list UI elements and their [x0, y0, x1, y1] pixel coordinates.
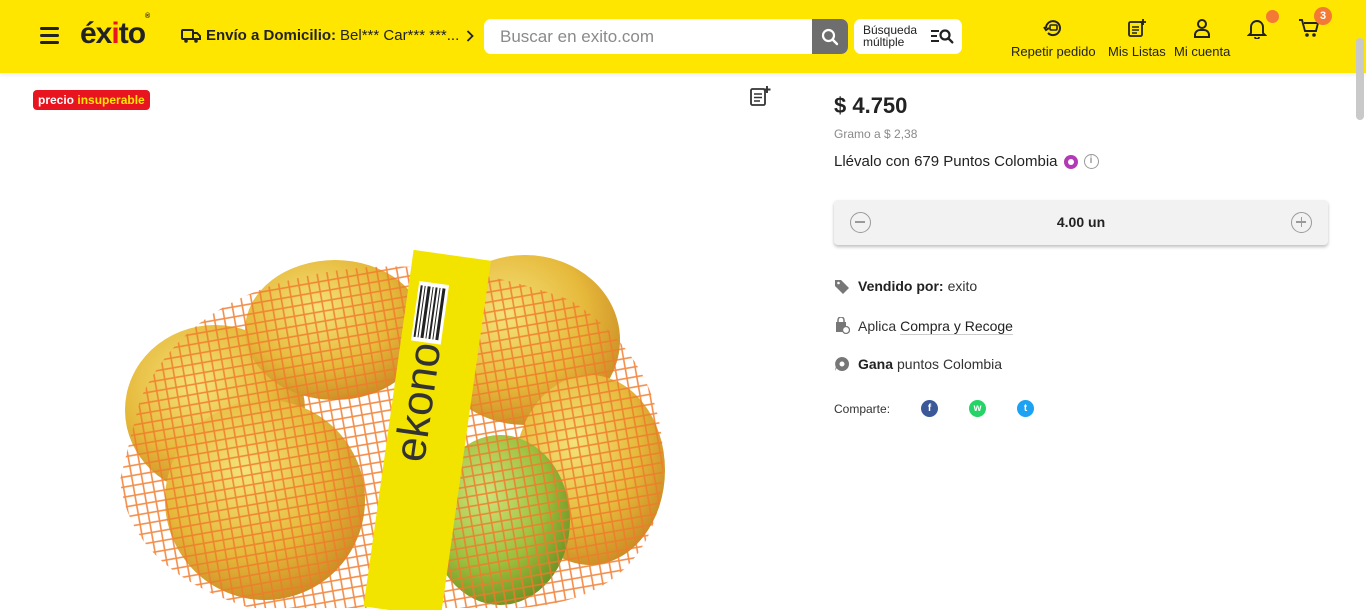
sold-by-label: Vendido por: [858, 278, 944, 294]
whatsapp-icon[interactable]: w [969, 400, 987, 417]
earn-points-row: Gana puntos Colombia [834, 356, 1002, 372]
twitter-icon[interactable]: t [1017, 400, 1035, 417]
product-price: $ 4.750 [834, 93, 908, 118]
sold-by-row: Vendido por: exito [834, 278, 977, 294]
repeat-order-icon [1043, 20, 1062, 37]
list-add-icon [750, 86, 771, 106]
list-search-icon [931, 29, 954, 44]
puntos-icon [835, 356, 850, 371]
search-input[interactable] [500, 19, 820, 54]
multi-search-button[interactable]: Búsqueda múltiple [854, 19, 962, 54]
tag-icon [835, 280, 849, 294]
my-account-button[interactable]: Mi cuenta [1174, 18, 1230, 59]
earn-label: Gana [858, 356, 894, 372]
my-lists-label: Mis Listas [1108, 44, 1166, 59]
puntos-colombia-icon [1063, 154, 1078, 169]
points-value: 679 [914, 153, 940, 170]
multi-search-line2: múltiple [863, 35, 905, 49]
add-to-list-button[interactable] [749, 85, 771, 112]
quantity-value: 4.00 un [1056, 214, 1106, 230]
top-header: éxito® Envío a Domicilio: Bel*** Car*** … [0, 0, 1366, 73]
pickup-row: Aplica Compra y Recoge [834, 317, 1013, 334]
delivery-address-selector[interactable]: Envío a Domicilio: Bel*** Car*** ***... [181, 27, 475, 44]
quantity-stepper: 4.00 un [834, 200, 1328, 245]
exito-logo[interactable]: éxito® [80, 13, 150, 51]
repeat-order-label: Repetir pedido [1011, 44, 1096, 59]
badge-word-precio: precio [38, 93, 75, 107]
notifications-button[interactable] [1247, 18, 1267, 45]
delivery-address: Bel*** Car*** ***... [340, 27, 460, 44]
product-image: ekono [120, 249, 665, 610]
compra-y-recoge-link[interactable]: Compra y Recoge [900, 318, 1013, 334]
chevron-right-icon [467, 29, 475, 42]
earn-value: puntos Colombia [897, 356, 1003, 372]
search-button[interactable] [812, 19, 848, 54]
repeat-order-button[interactable]: Repetir pedido [1011, 18, 1096, 59]
my-lists-button[interactable]: Mis Listas [1108, 18, 1166, 59]
delivery-label: Envío a Domicilio: [206, 27, 337, 44]
my-account-label: Mi cuenta [1174, 44, 1231, 59]
notification-badge [1266, 10, 1279, 23]
user-icon [1194, 19, 1211, 38]
increase-quantity-button[interactable] [1291, 212, 1312, 233]
share-label: Comparte: [834, 401, 891, 416]
points-suffix: Puntos Colombia [943, 153, 1058, 170]
store-pickup-icon [836, 317, 850, 334]
share-row: Comparte: f w t [834, 400, 1035, 417]
bell-icon [1247, 20, 1267, 39]
applies-label: Aplica [858, 317, 897, 334]
points-prefix: Llévalo con [834, 153, 910, 170]
truck-icon [181, 28, 201, 43]
search-icon [821, 28, 839, 45]
unit-price: Gramo a $ 2,38 [834, 127, 918, 141]
cart-count-badge: 3 [1314, 7, 1332, 25]
info-icon[interactable]: i [1083, 154, 1099, 169]
list-add-icon [1127, 19, 1146, 37]
precio-insuperable-badge: precio insuperable [33, 90, 150, 110]
badge-word-insuperable: insuperable [77, 93, 145, 107]
sold-by-value: exito [947, 278, 978, 294]
page-scrollbar[interactable] [1356, 38, 1364, 120]
search-bar [484, 19, 848, 54]
points-offer: Llévalo con 679 Puntos Colombia i [834, 153, 1099, 170]
facebook-icon[interactable]: f [921, 400, 939, 417]
menu-icon[interactable] [40, 27, 59, 44]
